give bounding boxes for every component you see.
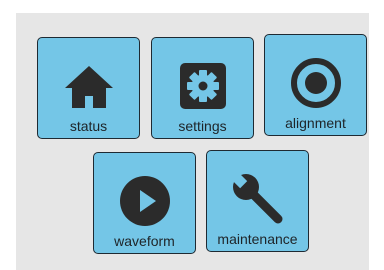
maintenance-button[interactable]: maintenance — [206, 150, 309, 252]
status-button[interactable]: status — [37, 37, 140, 139]
maintenance-label: maintenance — [217, 231, 298, 247]
alignment-button[interactable]: alignment — [264, 34, 367, 136]
play-icon — [119, 176, 170, 226]
home-icon — [64, 66, 113, 108]
target-icon — [290, 58, 341, 108]
settings-button[interactable]: settings — [151, 37, 254, 139]
settings-label: settings — [178, 118, 227, 134]
gear-icon — [179, 63, 226, 109]
waveform-label: waveform — [114, 233, 175, 249]
alignment-label: alignment — [285, 115, 346, 131]
wrench-icon — [229, 171, 282, 224]
waveform-button[interactable]: waveform — [93, 152, 196, 254]
status-label: status — [69, 118, 108, 134]
